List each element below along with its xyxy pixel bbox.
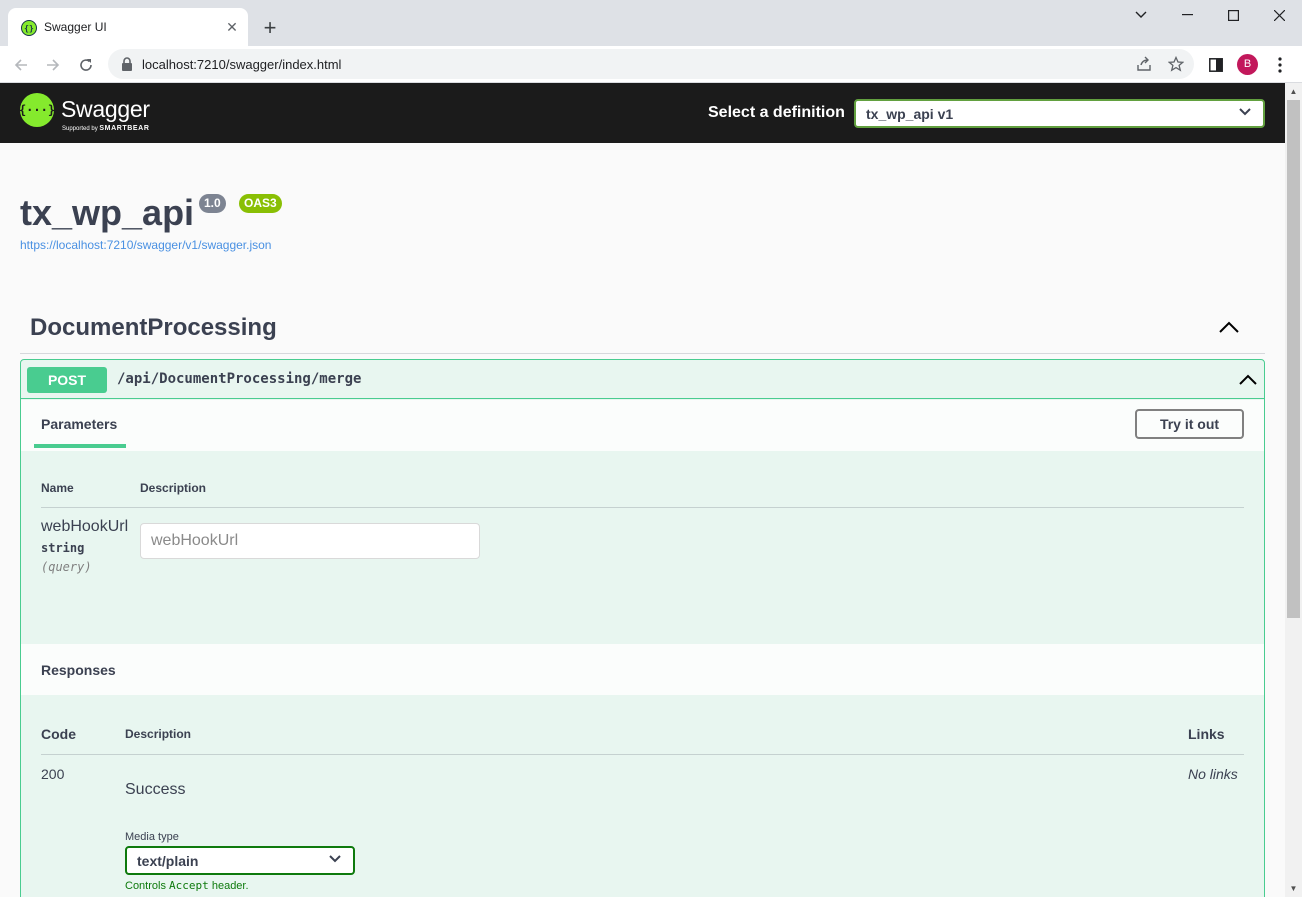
param-location: (query) xyxy=(41,560,92,574)
version-badge: 1.0 xyxy=(199,194,226,213)
active-tab-indicator xyxy=(34,444,126,448)
side-panel-icon[interactable] xyxy=(1203,52,1229,78)
reload-icon[interactable] xyxy=(73,52,99,78)
swagger-topbar: {···} Swagger Supported by SMARTBEAR Sel… xyxy=(0,83,1285,143)
tab-title: Swagger UI xyxy=(44,20,107,34)
chevron-down-icon xyxy=(329,855,341,863)
swagger-logo-icon[interactable]: {···} xyxy=(19,93,55,127)
chevron-up-icon[interactable] xyxy=(1216,316,1242,338)
bookmark-star-icon[interactable] xyxy=(1166,54,1186,74)
swagger-brand: Swagger xyxy=(61,96,150,122)
response-description: Success xyxy=(125,781,186,798)
url-text: localhost:7210/swagger/index.html xyxy=(142,57,342,72)
param-col-description: Description xyxy=(140,481,207,495)
close-window-icon[interactable] xyxy=(1256,4,1302,26)
operation-summary[interactable]: POST /api/DocumentProcessing/merge xyxy=(21,360,1264,399)
parameters-header: Parameters Try it out xyxy=(21,400,1264,451)
param-header-divider xyxy=(41,507,1244,508)
definition-select-value: tx_wp_api v1 xyxy=(866,106,954,122)
param-type: string xyxy=(41,541,85,555)
maximize-icon[interactable] xyxy=(1210,4,1256,26)
swagger-favicon-icon: {} xyxy=(21,20,37,36)
swagger-supported-by: Supported by SMARTBEAR xyxy=(62,125,150,132)
media-type-select[interactable]: text/plain xyxy=(125,846,355,875)
try-it-out-button[interactable]: Try it out xyxy=(1135,409,1244,439)
minimize-icon[interactable] xyxy=(1164,4,1210,26)
scroll-down-icon[interactable]: ▼ xyxy=(1285,880,1302,897)
response-col-links: Links xyxy=(1188,726,1225,742)
browser-toolbar: localhost:7210/swagger/index.html B xyxy=(0,46,1302,83)
webhookurl-input[interactable] xyxy=(140,523,480,559)
chevron-up-icon[interactable] xyxy=(1238,371,1258,389)
tab-parameters[interactable]: Parameters xyxy=(41,416,117,432)
api-title: tx_wp_api xyxy=(20,192,195,233)
definition-select[interactable]: tx_wp_api v1 xyxy=(854,99,1265,128)
param-col-name: Name xyxy=(41,481,74,495)
response-links: No links xyxy=(1188,766,1238,782)
operation-path: /api/DocumentProcessing/merge xyxy=(117,371,362,387)
tag-divider xyxy=(20,353,1265,354)
select-definition-label: Select a definition xyxy=(708,104,845,121)
oas-badge: OAS3 xyxy=(239,194,282,213)
media-type-label: Media type xyxy=(125,831,179,843)
browser-tab[interactable]: {} Swagger UI ✕ xyxy=(8,8,248,46)
profile-avatar[interactable]: B xyxy=(1237,54,1258,75)
back-icon[interactable] xyxy=(8,52,34,78)
operation-block: POST /api/DocumentProcessing/merge Param… xyxy=(20,359,1265,897)
response-code: 200 xyxy=(41,766,65,782)
swagger-json-link[interactable]: https://localhost:7210/swagger/v1/swagge… xyxy=(20,238,271,252)
scrollbar-thumb[interactable] xyxy=(1287,100,1300,618)
tab-close-icon[interactable]: ✕ xyxy=(224,19,240,35)
responses-title: Responses xyxy=(41,662,116,678)
address-bar[interactable]: localhost:7210/swagger/index.html xyxy=(108,49,1194,79)
new-tab-icon[interactable]: + xyxy=(258,16,282,40)
responses-header: Responses xyxy=(21,644,1264,695)
param-name: webHookUrl xyxy=(41,518,129,535)
browser-menu-icon[interactable] xyxy=(1267,52,1293,78)
scroll-up-icon[interactable]: ▲ xyxy=(1285,83,1302,100)
tab-search-icon[interactable] xyxy=(1118,4,1164,26)
response-col-description: Description xyxy=(125,727,192,741)
method-badge: POST xyxy=(27,367,107,393)
lock-icon xyxy=(122,57,132,71)
media-type-value: text/plain xyxy=(137,853,199,869)
forward-icon[interactable] xyxy=(40,52,66,78)
share-icon[interactable] xyxy=(1134,54,1154,74)
media-type-note: Controls Accept header. xyxy=(125,879,249,892)
response-col-code: Code xyxy=(41,726,76,742)
browser-tabstrip: {} Swagger UI ✕ + xyxy=(0,0,1302,46)
response-header-divider xyxy=(41,754,1244,755)
tag-title[interactable]: DocumentProcessing xyxy=(30,314,277,342)
chevron-down-icon xyxy=(1239,108,1251,116)
